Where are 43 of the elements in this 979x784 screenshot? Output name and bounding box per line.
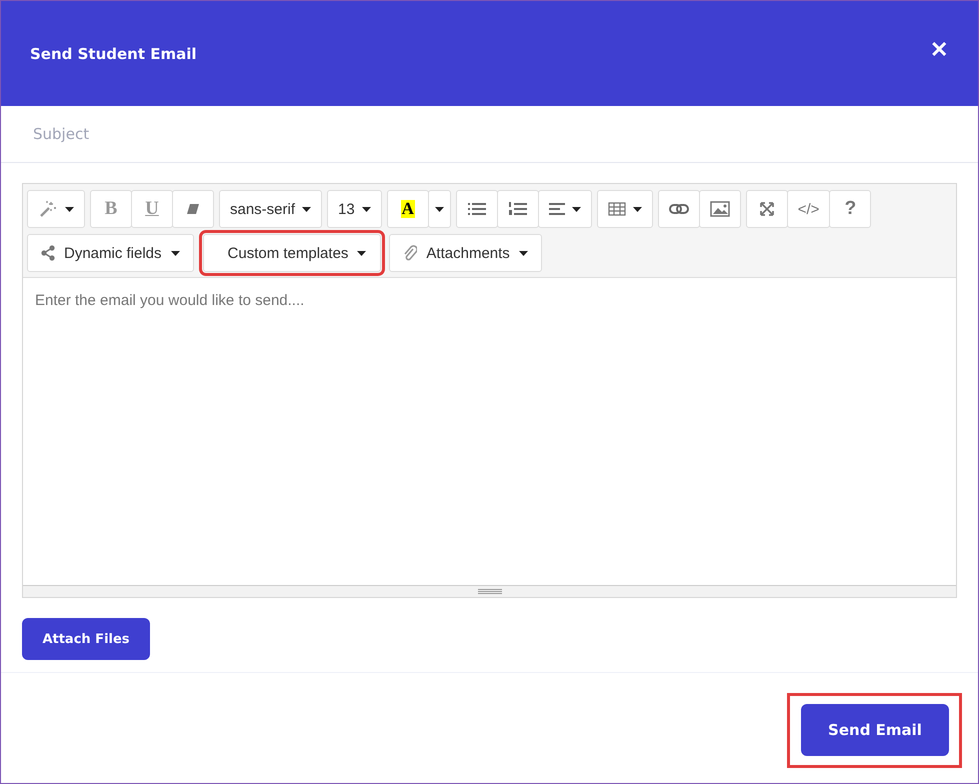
table-icon	[608, 202, 626, 216]
caret-icon	[632, 206, 642, 212]
numbers-button[interactable]	[496, 190, 539, 228]
email-editor[interactable]: B U sans-serif 13 A </> ? Dynamic fields Custom templates Attachments Enter the email you would like to send....	[22, 183, 957, 598]
toolbar-button[interactable]: A	[386, 190, 429, 228]
magic-wand-icon	[38, 200, 58, 218]
bullets-button[interactable]	[456, 190, 498, 228]
caret-icon	[434, 206, 444, 212]
fullscreen-icon	[758, 201, 775, 217]
close-button[interactable]: ✕	[930, 36, 948, 62]
send-email-button[interactable]: Send Email	[801, 704, 949, 756]
link-icon	[668, 203, 689, 215]
fullscreen-button[interactable]	[746, 190, 788, 228]
link-button[interactable]	[658, 190, 700, 228]
eraser-button[interactable]	[172, 190, 214, 228]
caret-icon	[518, 250, 528, 256]
resize-handle[interactable]	[23, 585, 956, 597]
caret-icon	[357, 250, 366, 256]
magic-button[interactable]	[27, 190, 85, 228]
blank-button[interactable]	[428, 190, 451, 228]
caret-icon	[572, 206, 581, 212]
bullet-list-icon	[468, 202, 486, 216]
toolbar-button[interactable]: ?	[829, 190, 872, 228]
numbered-list-icon	[508, 202, 527, 216]
align-button[interactable]	[538, 190, 592, 228]
caret-icon	[362, 206, 371, 212]
attach-files-button[interactable]: Attach Files	[22, 618, 150, 660]
caret-icon	[302, 206, 312, 212]
image-icon	[710, 201, 730, 217]
caret-icon	[65, 206, 74, 212]
caret-icon	[170, 250, 180, 256]
toolbar-button[interactable]: </>	[786, 190, 830, 228]
share-icon	[41, 245, 55, 261]
image-button[interactable]	[698, 190, 741, 228]
table-button[interactable]	[596, 190, 653, 228]
align-icon	[548, 203, 565, 215]
eraser-icon	[186, 203, 200, 215]
toolbar-dropdown[interactable]: Attachments	[389, 234, 542, 272]
dialog-title: Send Student Email	[30, 44, 197, 62]
toolbar-button[interactable]: 13	[327, 190, 382, 228]
toolbar-button[interactable]: sans-serif	[219, 190, 322, 228]
paperclip-icon	[403, 244, 418, 262]
toolbar-dropdown[interactable]: Dynamic fields	[27, 234, 194, 272]
